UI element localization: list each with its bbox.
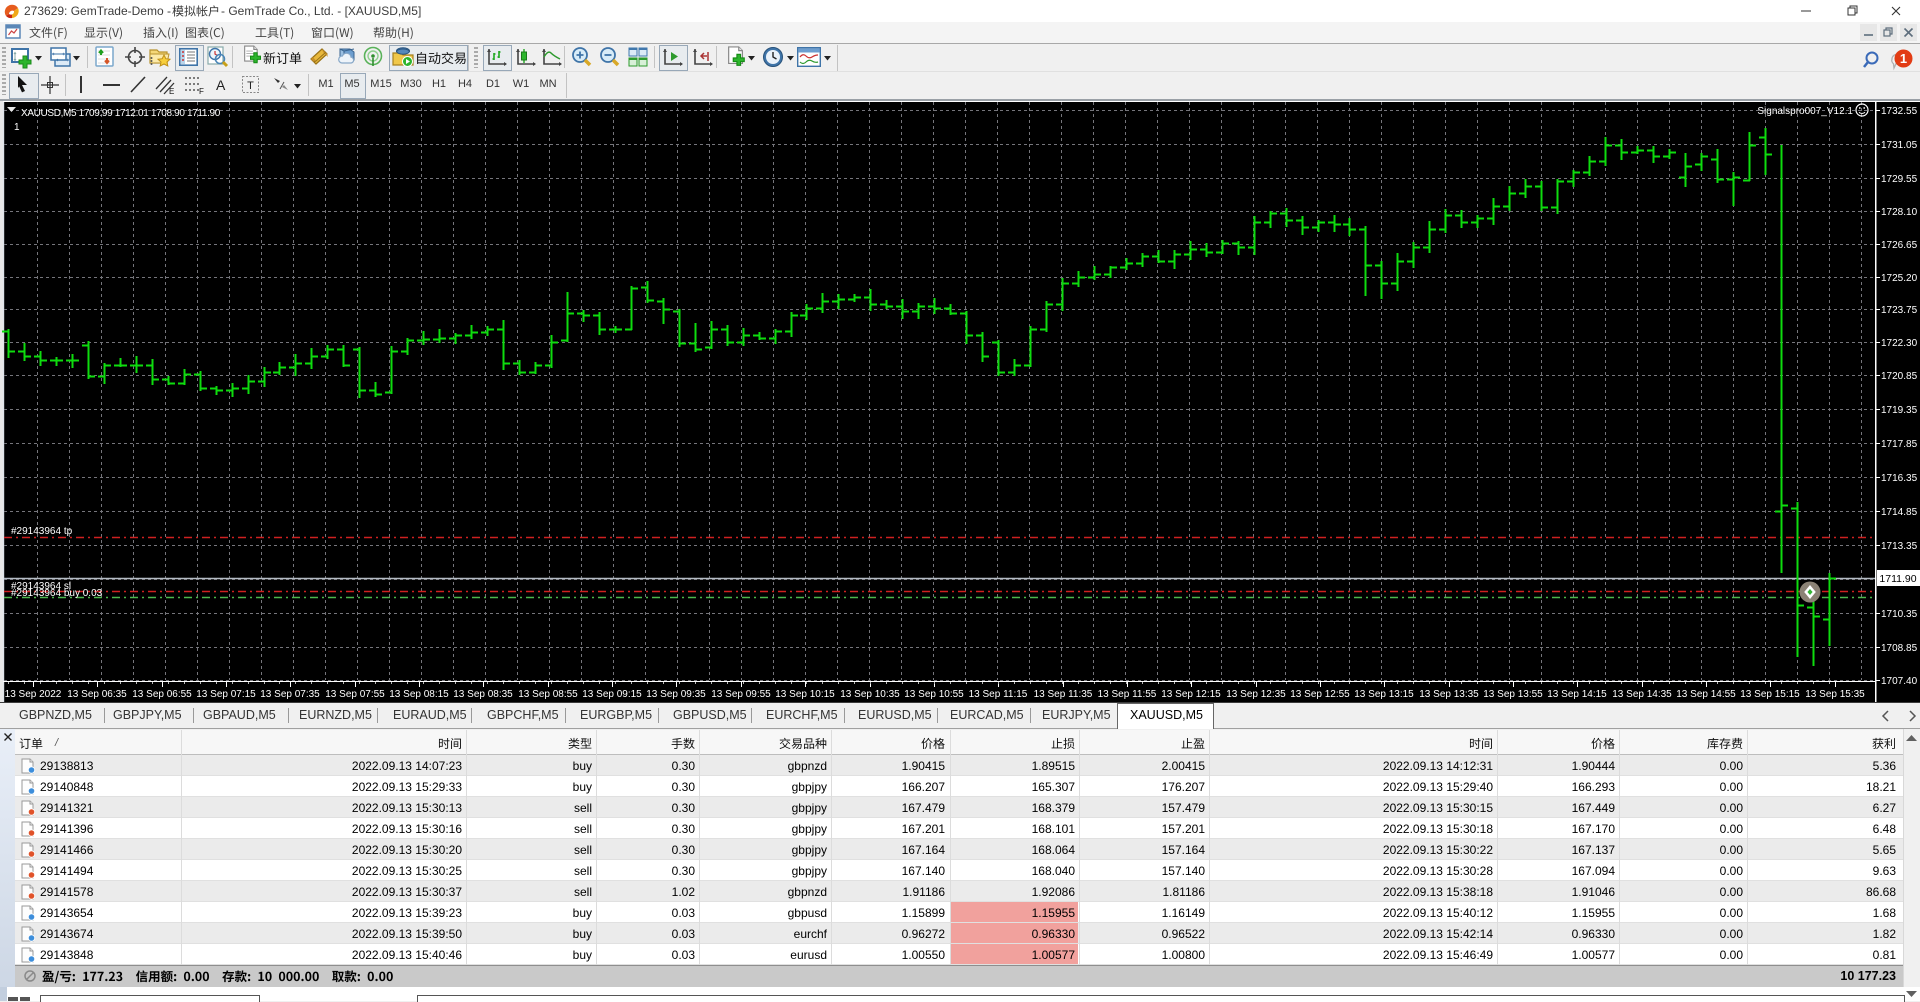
- svg-text:13 Sep 09:15: 13 Sep 09:15: [582, 689, 642, 700]
- svg-text:13 Sep 13:55: 13 Sep 13:55: [1483, 689, 1543, 700]
- svg-text:13 Sep 14:35: 13 Sep 14:35: [1612, 689, 1672, 700]
- svg-text:1710.35: 1710.35: [1881, 609, 1918, 620]
- svg-text:1728.10: 1728.10: [1881, 207, 1918, 218]
- svg-text:1722.30: 1722.30: [1881, 338, 1918, 349]
- svg-text:13 Sep 06:55: 13 Sep 06:55: [132, 689, 192, 700]
- svg-text:1731.05: 1731.05: [1881, 140, 1918, 151]
- svg-text:13 Sep 14:55: 13 Sep 14:55: [1676, 689, 1736, 700]
- svg-text:1729.55: 1729.55: [1881, 174, 1918, 185]
- svg-text:Signalspro007_V12.1: Signalspro007_V12.1: [1757, 106, 1853, 117]
- svg-text:1: 1: [14, 122, 20, 133]
- svg-text:1725.20: 1725.20: [1881, 273, 1918, 284]
- svg-text:1716.35: 1716.35: [1881, 473, 1918, 484]
- svg-text:#29143964 tp: #29143964 tp: [11, 526, 73, 537]
- svg-text:13 Sep 2022: 13 Sep 2022: [5, 689, 62, 700]
- svg-text:E: E: [169, 87, 174, 95]
- svg-text:13 Sep 11:55: 13 Sep 11:55: [1098, 689, 1157, 700]
- svg-text:13 Sep 11:15: 13 Sep 11:15: [969, 689, 1028, 700]
- svg-text:#29143964 buy 0.03: #29143964 buy 0.03: [11, 588, 103, 599]
- svg-text:13 Sep 08:15: 13 Sep 08:15: [389, 689, 449, 700]
- svg-text:1707.40: 1707.40: [1881, 676, 1918, 687]
- svg-text:XAUUSD,M5 1709.99 1712.01 1708: XAUUSD,M5 1709.99 1712.01 1708.90 1711.9…: [21, 108, 221, 119]
- svg-text:1726.65: 1726.65: [1881, 240, 1918, 251]
- svg-text:13 Sep 07:35: 13 Sep 07:35: [260, 689, 320, 700]
- svg-text:1719.35: 1719.35: [1881, 405, 1918, 416]
- svg-text:13 Sep 12:35: 13 Sep 12:35: [1226, 689, 1286, 700]
- svg-text:13 Sep 07:55: 13 Sep 07:55: [325, 689, 385, 700]
- svg-text:13 Sep 10:15: 13 Sep 10:15: [775, 689, 835, 700]
- svg-text:13 Sep 06:35: 13 Sep 06:35: [67, 689, 127, 700]
- svg-text:1714.85: 1714.85: [1881, 507, 1918, 518]
- svg-text:F: F: [199, 87, 204, 95]
- svg-text:1713.35: 1713.35: [1881, 541, 1918, 552]
- svg-text:13 Sep 13:35: 13 Sep 13:35: [1419, 689, 1479, 700]
- svg-text:13 Sep 09:35: 13 Sep 09:35: [646, 689, 706, 700]
- svg-text:13 Sep 15:35: 13 Sep 15:35: [1805, 689, 1865, 700]
- svg-text:T: T: [247, 80, 254, 92]
- svg-text:13 Sep 12:55: 13 Sep 12:55: [1290, 689, 1350, 700]
- svg-text:13 Sep 07:15: 13 Sep 07:15: [196, 689, 256, 700]
- svg-text:13 Sep 08:55: 13 Sep 08:55: [518, 689, 578, 700]
- svg-text:1717.85: 1717.85: [1881, 439, 1918, 450]
- svg-text:13 Sep 11:35: 13 Sep 11:35: [1034, 689, 1093, 700]
- svg-text:13 Sep 10:35: 13 Sep 10:35: [840, 689, 900, 700]
- svg-text:1711.90: 1711.90: [1879, 573, 1916, 585]
- svg-text:1708.85: 1708.85: [1881, 643, 1918, 654]
- svg-text:13 Sep 12:15: 13 Sep 12:15: [1161, 689, 1221, 700]
- svg-text:1723.75: 1723.75: [1881, 305, 1918, 316]
- svg-text:1732.55: 1732.55: [1881, 106, 1918, 117]
- svg-text:1: 1: [1900, 51, 1907, 66]
- svg-text:13 Sep 08:35: 13 Sep 08:35: [453, 689, 513, 700]
- svg-text:13 Sep 10:55: 13 Sep 10:55: [904, 689, 964, 700]
- svg-text:13 Sep 15:15: 13 Sep 15:15: [1740, 689, 1800, 700]
- svg-text:13 Sep 09:55: 13 Sep 09:55: [711, 689, 771, 700]
- svg-text:13 Sep 14:15: 13 Sep 14:15: [1547, 689, 1607, 700]
- svg-text:13 Sep 13:15: 13 Sep 13:15: [1354, 689, 1414, 700]
- svg-text:1720.85: 1720.85: [1881, 371, 1918, 382]
